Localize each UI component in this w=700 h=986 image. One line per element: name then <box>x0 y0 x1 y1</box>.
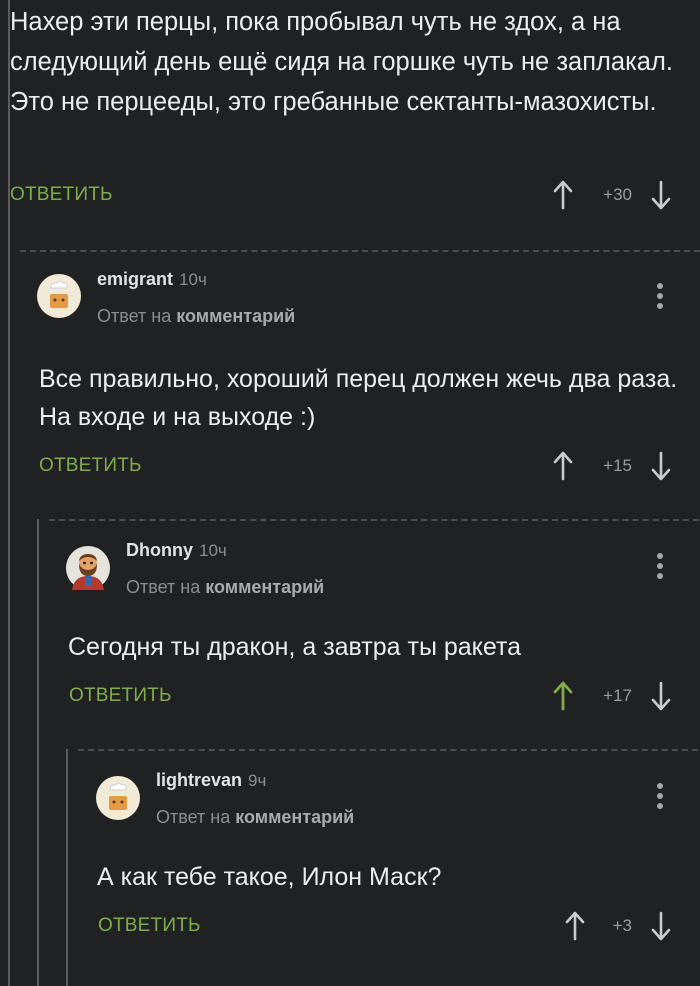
downvote-arrow-icon[interactable] <box>651 681 671 711</box>
comment-text: Нахер эти перцы, пока пробывал чуть не з… <box>10 8 673 116</box>
parent-comment-link[interactable]: комментарий <box>235 807 354 827</box>
reply-button[interactable]: ОТВЕТИТЬ <box>10 184 113 206</box>
reply-button[interactable]: ОТВЕТИТЬ <box>98 915 201 937</box>
more-options-icon[interactable] <box>656 783 664 813</box>
downvote-arrow-icon[interactable] <box>651 911 671 941</box>
thread-line[interactable] <box>66 749 68 986</box>
upvote-arrow-icon[interactable] <box>553 681 573 711</box>
downvote-arrow-icon[interactable] <box>651 451 671 481</box>
more-options-icon[interactable] <box>656 283 664 313</box>
score: +15 <box>603 456 632 475</box>
thread-divider <box>49 519 700 521</box>
reply-to: Ответ на комментарий <box>97 306 296 326</box>
reply-button[interactable]: ОТВЕТИТЬ <box>69 685 172 707</box>
chef-avatar-icon[interactable] <box>96 776 140 820</box>
more-options-icon[interactable] <box>656 553 664 583</box>
reply-button[interactable]: ОТВЕТИТЬ <box>39 455 142 477</box>
reply-to: Ответ на комментарий <box>126 577 325 597</box>
upvote-arrow-icon[interactable] <box>553 451 573 481</box>
score: +30 <box>603 185 632 204</box>
thread-line[interactable] <box>37 519 39 986</box>
username[interactable]: Dhonny 10ч <box>126 540 227 561</box>
timestamp: 10ч <box>179 270 207 289</box>
thread-divider <box>78 749 700 751</box>
chef-avatar-icon[interactable] <box>37 274 81 318</box>
upvote-arrow-icon[interactable] <box>553 180 573 210</box>
comment-text: Все правильно, хороший перец должен жечь… <box>39 365 678 431</box>
thread-line[interactable] <box>8 0 10 986</box>
score: +17 <box>603 686 632 705</box>
score: +3 <box>612 916 632 935</box>
comment-text: А как тебе такое, Илон Маск? <box>97 863 442 891</box>
downvote-arrow-icon[interactable] <box>651 180 671 210</box>
parent-comment-link[interactable]: комментарий <box>205 577 324 597</box>
timestamp: 10ч <box>199 541 227 560</box>
upvote-arrow-icon[interactable] <box>565 911 585 941</box>
parent-comment-link[interactable]: комментарий <box>176 306 295 326</box>
username[interactable]: lightrevan 9ч <box>156 770 266 791</box>
username[interactable]: emigrant 10ч <box>97 269 207 290</box>
thread-divider <box>20 250 700 252</box>
timestamp: 9ч <box>248 771 267 790</box>
bearded-man-avatar-icon[interactable] <box>66 546 110 590</box>
reply-to: Ответ на комментарий <box>156 807 355 827</box>
comment-text: Сегодня ты дракон, а завтра ты ракета <box>68 633 522 661</box>
